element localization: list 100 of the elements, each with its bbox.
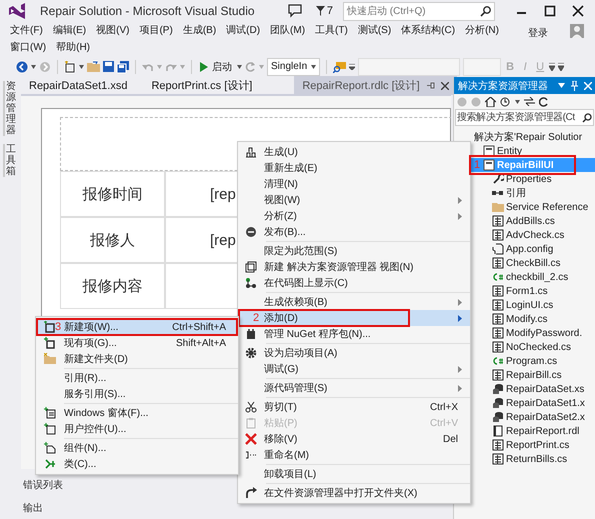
form-icon [492,215,504,227]
class-icon [44,458,56,470]
shortcut-text: Ctrl+X [430,402,458,412]
play-icon [200,62,208,72]
caret-icon[interactable] [558,83,565,88]
document-tab[interactable]: RepairReport.rdlc [设计] [294,76,457,95]
tree-item[interactable]: 解决方案'Repair Solutior [454,130,595,144]
save-all-icon[interactable] [117,60,129,72]
menu-item[interactable]: 调试(D) [222,22,266,39]
form-icon [492,229,504,241]
menu-item[interactable]: 生成(B) [178,22,222,39]
configuration-dropdown[interactable]: SingleIn [267,58,320,76]
feedback-icon[interactable] [288,4,302,18]
build-icon [245,146,257,158]
menu-item[interactable]: 团队(M) [266,22,310,39]
menu-item[interactable]: 类(C)... [36,456,238,472]
panel-tab[interactable]: 输出 [23,501,451,515]
history-icon[interactable] [500,96,511,106]
menu-item[interactable]: 帮助(H) [52,39,95,56]
menu-item[interactable]: 视图(V) [92,22,134,39]
menu-item[interactable]: 工具(T) [311,22,353,39]
folder-icon[interactable] [87,61,100,72]
csharp-file-icon [492,355,504,367]
pin-icon[interactable] [426,81,435,90]
annotation-number: 1 [474,158,480,173]
menu-item[interactable]: 引用(R)... [36,370,238,386]
menu-item[interactable]: 编辑(E) [48,22,92,39]
close-icon[interactable] [440,82,449,90]
shortcut-text: Del [442,434,458,444]
menu-item[interactable]: 3 新建项(W)... Ctrl+Shift+A [36,319,238,335]
caret-icon[interactable] [515,100,520,104]
submenu-arrow-icon [458,314,462,322]
start-button[interactable]: 启动 [198,60,234,74]
publish-icon [245,226,257,238]
menu-item[interactable]: 体系结构(C) [397,22,460,39]
control-add-icon [44,423,56,435]
form-icon [492,299,504,311]
paste-icon [245,417,257,429]
refresh-icon[interactable] [539,96,549,106]
sync-icon[interactable] [524,97,535,106]
database-icon [492,383,504,395]
form-icon [492,341,504,353]
form-icon [492,439,504,451]
wrench-icon [492,173,504,185]
menu-item[interactable]: 移除(V) Del [238,431,470,447]
toolbar-options-icon[interactable] [549,62,556,70]
document-tab[interactable]: ReportPrint.cs [设计] [143,76,260,95]
form-add-icon [44,407,56,419]
caret-icon[interactable] [79,64,84,68]
shortcut-text: Shift+Alt+A [176,338,226,348]
menu-item[interactable]: 新建文件夹(D) [36,351,238,367]
shortcut-text: Ctrl+Shift+A [172,322,226,332]
menu-item[interactable]: 2 添加(D) [238,310,470,326]
panel-title: 解决方案资源管理器 [458,80,548,92]
annotation-number: 2 [253,311,260,325]
submenu-arrow-icon [458,384,462,392]
menu-item[interactable]: 窗口(W) [6,39,52,56]
scissors-icon [245,401,257,413]
gear-icon [245,347,257,359]
caret-icon [311,64,316,68]
toolbar-options-icon[interactable] [349,64,356,70]
menu-item[interactable]: 用户控件(U)... [36,421,238,437]
quick-launch-field[interactable]: 快速启动 (Ctrl+Q) [343,2,495,20]
sign-in-link[interactable]: 登录 [522,23,554,43]
menu-item[interactable]: Windows 窗体(F)... [36,405,238,421]
menu-item[interactable]: 文件(F) [6,22,48,39]
folder-icon [492,201,504,213]
database-icon [492,397,504,409]
caret-icon[interactable] [237,64,242,68]
back-icon[interactable] [16,60,28,72]
home-icon[interactable] [485,96,496,106]
database-icon [492,411,504,423]
notification-button[interactable]: 7 [316,5,333,17]
menu-item[interactable]: 在文件资源管理器中打开文件夹(X) [238,485,470,501]
document-tab[interactable]: RepairDataSet1.xsd [21,78,136,94]
find-in-files-icon[interactable] [333,60,346,72]
menu-item[interactable]: 卸载项目(L) [238,466,470,482]
component-add-icon [44,442,56,454]
delete-icon [245,433,257,445]
side-tab[interactable]: 资源管理器 [3,81,16,136]
code-map-icon [245,277,257,289]
menu-item[interactable]: 现有项(G)... Shift+Alt+A [36,335,238,351]
menu-item[interactable]: 剪切(T) Ctrl+X [238,399,470,415]
new-project-icon[interactable] [64,60,76,72]
toolbar-options-icon[interactable] [558,62,564,70]
form-icon [492,327,504,339]
side-tab[interactable]: 工具箱 [3,144,16,177]
menu-item[interactable]: 项目(P) [135,22,178,39]
menu-item[interactable]: 服务引用(S)... [36,386,238,402]
save-icon[interactable] [103,61,114,72]
package-icon [245,328,257,340]
menu-item[interactable]: 分析(N) [461,22,504,39]
submenu-arrow-icon [458,212,462,220]
form-icon [492,313,504,325]
search-icon [480,6,491,16]
caret-icon[interactable] [31,64,36,68]
menu-item[interactable]: 测试(S) [354,22,396,39]
add-existing-icon [44,337,56,349]
menu-item[interactable]: 组件(N)... [36,440,238,456]
form-icon [492,257,504,269]
